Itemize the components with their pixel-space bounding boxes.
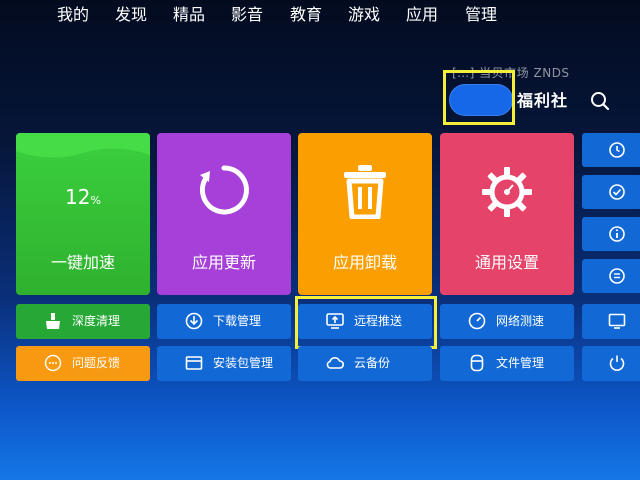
power-icon <box>609 355 625 371</box>
wave-decoration <box>16 133 150 158</box>
deep-clean-label: 深度清理 <box>72 314 121 328</box>
feedback-icon <box>44 354 62 372</box>
tile-app-uninstall[interactable]: 应用卸载 <box>298 133 432 295</box>
speedup-percent: 12% <box>16 185 150 209</box>
cloud-icon <box>326 357 344 369</box>
nav-tab-education[interactable]: 教育 <box>290 0 322 30</box>
folder-icon <box>185 356 203 370</box>
file-manage-button[interactable]: 文件管理 <box>440 346 574 381</box>
tile-one-key-speedup[interactable]: 12% 一键加速 <box>16 133 150 295</box>
tile-label-update: 应用更新 <box>191 253 256 272</box>
right-list-button[interactable] <box>582 259 640 293</box>
nav-tab-media[interactable]: 影音 <box>231 0 263 30</box>
download-manage-label: 下载管理 <box>213 314 262 328</box>
search-icon[interactable] <box>589 90 611 112</box>
brand-welfare-tab[interactable]: 福利社 <box>517 86 568 116</box>
info-icon <box>609 226 625 242</box>
top-nav: 我的 发现 精品 影音 教育 游戏 应用 管理 <box>0 0 640 30</box>
gear-icon <box>482 167 532 217</box>
right-dns-button[interactable] <box>582 304 640 339</box>
right-timer-button[interactable] <box>582 133 640 167</box>
list-icon <box>609 268 625 284</box>
tile-label-speedup: 一键加速 <box>50 253 115 272</box>
tile-general-settings[interactable]: 通用设置 <box>440 133 574 295</box>
feedback-label: 问题反馈 <box>72 356 121 370</box>
tile-app-update[interactable]: 应用更新 <box>157 133 291 295</box>
feedback-button[interactable]: 问题反馈 <box>16 346 150 381</box>
file-manage-label: 文件管理 <box>496 356 545 370</box>
trash-icon <box>344 165 386 219</box>
package-manage-button[interactable]: 安装包管理 <box>157 346 291 381</box>
speedup-value: 12 <box>65 185 91 209</box>
download-icon <box>185 312 203 330</box>
right-check-button[interactable] <box>582 175 640 209</box>
speed-gauge-icon <box>468 312 486 330</box>
package-manage-label: 安装包管理 <box>213 356 274 370</box>
cloud-backup-label: 云备份 <box>354 356 391 370</box>
check-icon <box>609 184 625 200</box>
network-speed-button[interactable]: 网络测速 <box>440 304 574 339</box>
nav-tab-discover[interactable]: 发现 <box>115 0 147 30</box>
nav-tab-games[interactable]: 游戏 <box>348 0 380 30</box>
dns-icon <box>608 313 626 329</box>
download-manage-button[interactable]: 下载管理 <box>157 304 291 339</box>
focus-highlight-remote-push <box>295 296 437 349</box>
deep-clean-button[interactable]: 深度清理 <box>16 304 150 339</box>
network-speed-label: 网络测速 <box>496 314 545 328</box>
cloud-backup-button[interactable]: 云备份 <box>298 346 432 381</box>
nav-tab-mine[interactable]: 我的 <box>57 0 89 30</box>
broom-icon <box>46 313 60 329</box>
nav-tab-apps[interactable]: 应用 <box>406 0 438 30</box>
right-info-button[interactable] <box>582 217 640 251</box>
tile-label-uninstall: 应用卸载 <box>332 253 397 272</box>
tile-label-settings: 通用设置 <box>474 253 539 272</box>
file-icon <box>470 354 484 372</box>
refresh-icon <box>199 165 249 215</box>
timer-icon <box>609 142 625 158</box>
nav-tab-manage[interactable]: 管理 <box>465 0 497 30</box>
focus-highlight-manage-tab <box>443 70 515 125</box>
right-power-button[interactable] <box>582 346 640 381</box>
speedup-unit: % <box>90 194 101 207</box>
nav-tab-featured[interactable]: 精品 <box>173 0 205 30</box>
